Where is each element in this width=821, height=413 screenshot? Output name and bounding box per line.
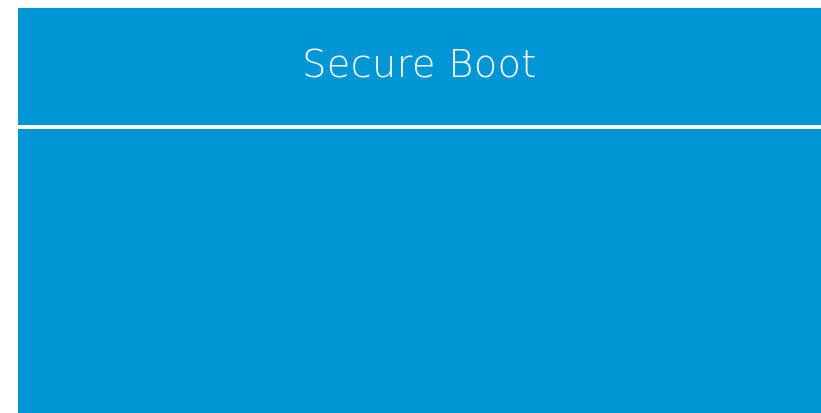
content-area [18, 129, 821, 413]
secure-boot-screen: Secure Boot [18, 8, 821, 413]
title-bar: Secure Boot [18, 8, 821, 125]
page-title: Secure Boot [302, 41, 537, 86]
